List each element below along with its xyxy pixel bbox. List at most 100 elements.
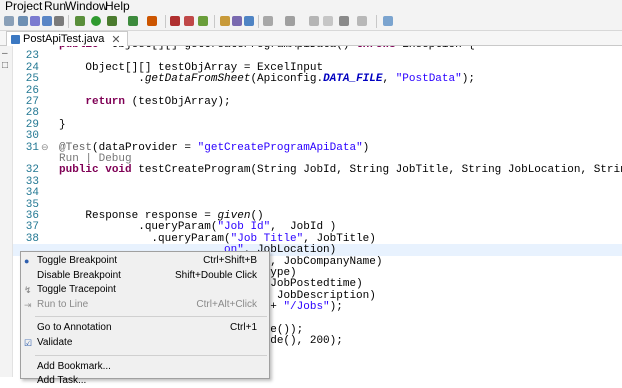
toolbar-icon[interactable] (30, 16, 40, 26)
line-number: 32 (25, 164, 39, 177)
tracepoint-icon: ↯ (24, 285, 32, 296)
line-number: 37 (25, 221, 39, 234)
code-token: @Test (59, 141, 93, 154)
code-text: Response response = given() (59, 210, 264, 222)
code-token: . (59, 73, 145, 86)
annotation-icon[interactable] (263, 16, 273, 26)
line-number: 33 (25, 175, 39, 188)
code-token: } (59, 118, 66, 131)
menu-project[interactable]: Project (5, 0, 42, 13)
line-number: 23 (25, 50, 39, 63)
code-token: public (59, 164, 99, 177)
code-line: 30 (13, 130, 622, 142)
code-line: 29} (13, 119, 622, 131)
code-line: 32 public void testCreateProgram(String J… (13, 164, 622, 176)
toolbar-icon[interactable] (4, 16, 14, 26)
menu-item-shortcut: Shift+Double Click (175, 269, 257, 281)
menu-item-shortcut: Ctrl+1 (230, 322, 257, 334)
menu-item-add-task[interactable]: Add Task... (21, 374, 269, 388)
open-type-icon[interactable] (220, 16, 230, 26)
code-token: getDataFromSheet (144, 73, 251, 86)
nav-icon[interactable] (339, 16, 349, 26)
code-text: Run | Debug (59, 153, 132, 165)
code-line: 38 .queryParam("Job Title", JobTitle) (13, 233, 622, 245)
toolbar-icon[interactable] (18, 16, 28, 26)
menu-item-label: Disable Breakpoint (37, 269, 121, 281)
code-line: 35 (13, 199, 622, 211)
code-token[interactable]: Run | Debug (59, 153, 132, 165)
line-number: 27 (25, 96, 39, 108)
menu-item-toggle-tracepoint[interactable]: ↯ Toggle Tracepoint (21, 283, 269, 297)
toolbar-icon[interactable] (54, 16, 64, 26)
code-line: Run | Debug (13, 153, 622, 165)
menu-help[interactable]: Help (105, 0, 130, 13)
toolbar-icon[interactable] (383, 16, 393, 26)
code-token: Response response = (59, 210, 218, 222)
toolbar-icon[interactable] (42, 16, 52, 26)
java-file-icon (11, 34, 20, 44)
toolbar (0, 13, 622, 31)
code-token: () (250, 210, 264, 222)
code-token: (dataProvider = (92, 141, 198, 154)
external-tools-icon[interactable] (128, 16, 138, 26)
menu-item-go-to-annotation[interactable]: Go to Annotation Ctrl+1 (21, 321, 269, 335)
code-line: 31 ⊖ @Test(dataProvider = "getCreateProgra… (13, 142, 622, 154)
line-number: 30 (25, 130, 39, 143)
line-number: 25 (25, 73, 39, 86)
toolbar-icon[interactable] (184, 16, 194, 26)
code-line: 36 Response response = given() (13, 210, 622, 222)
code-line: 26 (13, 85, 622, 97)
code-line: 27 return (testObjArray); (13, 96, 622, 108)
code-token: Object[][] testObjArray = ExcelInput (59, 61, 324, 74)
toolbar-icon[interactable] (170, 16, 180, 26)
toolbar-icon[interactable] (232, 16, 242, 26)
restore-icon[interactable]: □ (2, 60, 8, 71)
menu-window[interactable]: Window (65, 0, 108, 13)
forward-icon[interactable] (323, 16, 333, 26)
menu-item-shortcut: Ctrl+Shift+B (203, 255, 257, 266)
coverage-icon[interactable] (107, 16, 117, 26)
menu-item-shortcut: Ctrl+Alt+Click (196, 298, 257, 310)
menu-item-toggle-breakpoint[interactable]: ● Toggle Breakpoint Ctrl+Shift+B (21, 254, 269, 268)
toolbar-icon[interactable] (147, 16, 157, 26)
toolbar-icon[interactable] (198, 16, 208, 26)
menu-item-label: Go to Annotation (37, 322, 112, 334)
editor-tab-label: PostApiTest.java (23, 33, 105, 45)
line-number: 34 (25, 187, 39, 200)
code-line: 23 (13, 50, 622, 62)
left-trim: – □ (0, 46, 13, 377)
code-token: "/Jobs" (283, 301, 330, 314)
menu-item-add-bookmark[interactable]: Add Bookmark... (21, 360, 269, 374)
run-icon[interactable] (91, 16, 101, 26)
run-to-line-icon: ⇥ (24, 299, 32, 310)
fold-icon[interactable]: ⊖ (41, 142, 49, 154)
minimize-icon[interactable]: – (2, 48, 8, 59)
menu-item-run-to-line[interactable]: ⇥ Run to Line Ctrl+Alt+Click (21, 298, 269, 312)
line-number: 29 (25, 118, 39, 131)
menu-run[interactable]: Run (44, 0, 66, 13)
menu-item-label: Add Bookmark... (37, 360, 111, 372)
menu-item-label: Run to Line (37, 298, 89, 310)
code-text: public void testCreateProgram(String Job… (59, 164, 622, 176)
nav-icon[interactable] (357, 16, 367, 26)
menu-item-validate[interactable]: ☑ Validate (21, 336, 269, 350)
menu-item-disable-breakpoint[interactable]: Disable Breakpoint Shift+Double Click (21, 269, 269, 283)
code-token: "PostData" (395, 73, 462, 86)
line-number: 36 (25, 210, 39, 222)
code-text: .queryParam("Job Title", JobTitle) (59, 232, 376, 245)
code-text: .getDataFromSheet(Apiconfig.DATA_FILE, "… (59, 73, 475, 85)
code-line: 37 .queryParam("Job Id", JobId ) (13, 221, 622, 233)
code-text: } (59, 119, 66, 131)
debug-icon[interactable] (75, 16, 85, 26)
toolbar-icon[interactable] (244, 16, 254, 26)
line-number: 38 (25, 232, 39, 245)
code-line: 34 (13, 187, 622, 199)
back-icon[interactable] (309, 16, 319, 26)
close-icon[interactable]: ✕ (111, 33, 120, 46)
code-token: , JobId ) (270, 221, 337, 234)
annotation-icon[interactable] (285, 16, 295, 26)
editor-tab[interactable]: PostApiTest.java ✕ (6, 31, 128, 46)
code-token: , JobPostedtime) (257, 278, 363, 291)
code-token: , JobTitle) (303, 232, 376, 245)
